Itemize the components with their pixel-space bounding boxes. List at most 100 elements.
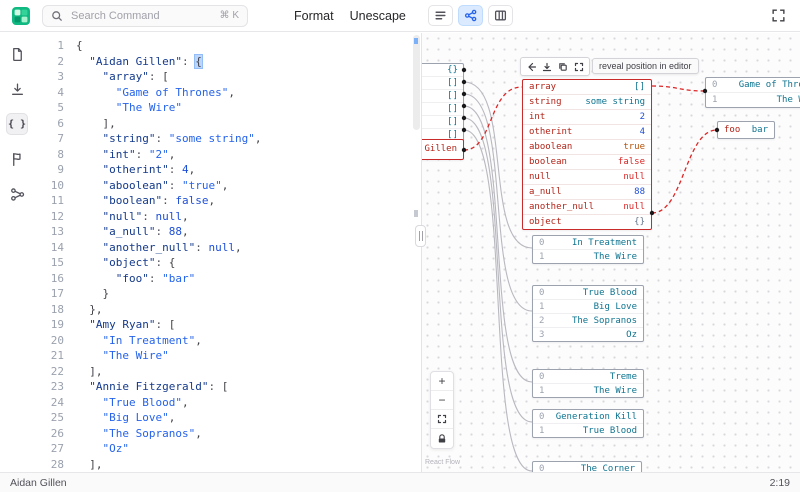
detail-row-null[interactable]: nullnull [523, 170, 651, 185]
editor-line[interactable]: 5 "The Wire" [34, 100, 421, 116]
editor-line[interactable]: 13 "a_null": 88, [34, 224, 421, 240]
flag-icon[interactable] [6, 148, 28, 170]
root-node-row[interactable]: [] [421, 77, 463, 90]
array-row[interactable]: 0True Blood [533, 286, 643, 300]
detail-row-object[interactable]: object{} [523, 215, 651, 229]
detail-row-boolean[interactable]: booleanfalse [523, 155, 651, 170]
graph-node-annie[interactable]: 0True Blood1Big Love2The Sopranos3Oz [532, 285, 644, 342]
array-row[interactable]: 1The Wire [533, 384, 643, 397]
graph-node-got[interactable]: 0Game of Thrones1The Wire [705, 77, 800, 108]
editor-line[interactable]: 11 "boolean": false, [34, 193, 421, 209]
detail-row-int[interactable]: int2 [523, 110, 651, 125]
app-logo[interactable] [12, 7, 30, 25]
editor-line[interactable]: 15 "object": { [34, 255, 421, 271]
zoom-in-button[interactable]: + [431, 372, 453, 391]
lock-button[interactable] [431, 429, 453, 448]
search-command[interactable]: ⌘ K [42, 5, 248, 27]
array-row[interactable]: 1The Wire [533, 250, 643, 263]
braces-icon[interactable]: { } [6, 113, 28, 135]
array-row[interactable]: 0The Corner [533, 462, 641, 472]
format-button[interactable]: Format [294, 9, 334, 23]
root-node-row[interactable]: [] [421, 116, 463, 129]
array-row[interactable]: 0Generation Kill [533, 410, 643, 424]
editor-line[interactable]: 22 ], [34, 364, 421, 380]
detail-row-string[interactable]: stringsome string [523, 95, 651, 110]
graph-node-corner[interactable]: 0The Corner [532, 461, 642, 472]
fullscreen-button[interactable] [771, 8, 786, 23]
graph-node-root[interactable]: {}[][][][][] [421, 63, 464, 142]
array-row[interactable]: 3Oz [533, 328, 643, 341]
editor-line[interactable]: 7 "string": "some string", [34, 131, 421, 147]
search-input[interactable] [69, 9, 214, 23]
graph-node-foo[interactable]: foobar [717, 121, 775, 139]
graph-node-amy[interactable]: 0In Treatment1The Wire [532, 235, 644, 264]
line-number: 15 [34, 255, 76, 271]
reveal-position-icon[interactable] [524, 60, 538, 73]
fit-view-button[interactable] [431, 410, 453, 429]
graph-view-button[interactable] [458, 5, 483, 26]
panel-resize-handle[interactable] [415, 225, 426, 247]
editor-line[interactable]: 8 "int": "2", [34, 147, 421, 163]
editor-line[interactable]: 24 "True Blood", [34, 395, 421, 411]
editor-line[interactable]: 4 "Game of Thrones", [34, 85, 421, 101]
editor-line[interactable]: 16 "foo": "bar" [34, 271, 421, 287]
array-row[interactable]: 0In Treatment [533, 236, 643, 250]
download-icon[interactable] [540, 60, 554, 73]
editor-line[interactable]: 18 }, [34, 302, 421, 318]
json-editor[interactable]: 1{2 "Aidan Gillen": {3 "array": [4 "Game… [34, 33, 421, 472]
detail-row-another_null[interactable]: another_nullnull [523, 200, 651, 215]
row-index: 0 [539, 412, 544, 422]
detail-row-array[interactable]: array[] [523, 80, 651, 95]
editor-line[interactable]: 26 "The Sopranos", [34, 426, 421, 442]
zoom-out-button[interactable]: − [431, 391, 453, 410]
array-row[interactable]: 0Game of Thrones [706, 78, 800, 93]
graph-node-treme[interactable]: 0Treme1The Wire [532, 369, 644, 398]
detail-row-a_null[interactable]: a_null88 [523, 185, 651, 200]
editor-line[interactable]: 25 "Big Love", [34, 410, 421, 426]
detail-row-otherint[interactable]: otherint4 [523, 125, 651, 140]
scrollbar-thumb[interactable] [413, 35, 420, 130]
editor-line[interactable]: 27 "Oz" [34, 441, 421, 457]
editor-line[interactable]: 2 "Aidan Gillen": { [34, 54, 421, 70]
reactflow-attribution[interactable]: React Flow [425, 459, 460, 466]
editor-line[interactable]: 19 "Amy Ryan": [ [34, 317, 421, 333]
editor-line[interactable]: 17 } [34, 286, 421, 302]
editor-line[interactable]: 21 "The Wire" [34, 348, 421, 364]
array-row[interactable]: 1The Wire [706, 93, 800, 107]
array-row[interactable]: 2The Sopranos [533, 314, 643, 328]
editor-line[interactable]: 23 "Annie Fitzgerald": [ [34, 379, 421, 395]
editor-line[interactable]: 14 "another_null": null, [34, 240, 421, 256]
unescape-button[interactable]: Unescape [350, 9, 406, 23]
expand-icon[interactable] [572, 60, 586, 73]
array-row[interactable]: 1Big Love [533, 300, 643, 314]
file-icon[interactable] [6, 43, 28, 65]
editor-scrollbar[interactable] [411, 33, 421, 472]
root-node-row[interactable]: [] [421, 103, 463, 116]
graph-canvas[interactable]: {}[][][][][]Aidan Gillen array[]stringsom… [421, 33, 800, 472]
editor-line[interactable]: 1{ [34, 38, 421, 54]
text-view-button[interactable] [428, 5, 453, 26]
editor-line[interactable]: 3 "array": [ [34, 69, 421, 85]
root-node-row[interactable]: {} [421, 64, 463, 77]
graph-node-detail[interactable]: array[]stringsome stringint2otherint4abo… [522, 79, 652, 230]
editor-line[interactable]: 12 "null": null, [34, 209, 421, 225]
editor-line[interactable]: 10 "aboolean": "true", [34, 178, 421, 194]
array-row[interactable]: 0Treme [533, 370, 643, 384]
editor-line[interactable]: 9 "otherint": 4, [34, 162, 421, 178]
download-icon[interactable] [6, 78, 28, 100]
detail-row-aboolean[interactable]: abooleantrue [523, 140, 651, 155]
share-icon[interactable] [6, 183, 28, 205]
graph-node-selected-key[interactable]: Aidan Gillen [421, 139, 464, 160]
object-row[interactable]: foobar [718, 122, 774, 138]
row-key: boolean [529, 157, 567, 167]
copy-icon[interactable] [556, 60, 570, 73]
editor-line[interactable]: 28 ], [34, 457, 421, 473]
array-row[interactable]: 1True Blood [533, 424, 643, 437]
graph-node-genkill[interactable]: 0Generation Kill1True Blood [532, 409, 644, 438]
editor-line[interactable]: 6 ], [34, 116, 421, 132]
editor-line[interactable]: 20 "In Treatment", [34, 333, 421, 349]
table-view-button[interactable] [488, 5, 513, 26]
row-value: True Blood [554, 288, 637, 298]
root-node-row[interactable]: [] [421, 90, 463, 103]
line-number: 9 [34, 162, 76, 178]
